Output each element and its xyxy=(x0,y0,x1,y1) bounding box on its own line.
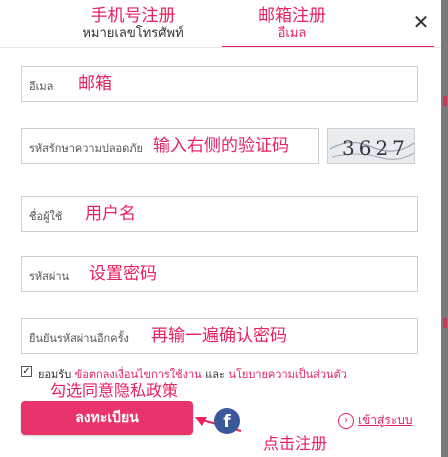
captcha-graphic: 3627 xyxy=(329,136,414,160)
agree-joiner: และ xyxy=(205,368,225,381)
background-edge-mark xyxy=(443,96,447,106)
username-field[interactable]: ชื่อผู้ใช้ 用户名 xyxy=(21,196,418,232)
password-placeholder: รหัสผ่าน xyxy=(29,270,70,283)
email-placeholder: อีเมล xyxy=(29,80,54,93)
privacy-link[interactable]: นโยบายความเป็นส่วนตัว xyxy=(228,368,346,381)
tab-email-label: อีเมล xyxy=(277,26,307,41)
login-link[interactable]: › เข้าสู่ระบบ xyxy=(338,411,413,430)
tab-email-register[interactable]: 邮箱注册 อีเมล xyxy=(222,6,362,42)
agree-annotation: 勾选同意隐私政策 xyxy=(50,381,179,400)
register-button[interactable]: ลงทะเบียน xyxy=(21,401,193,435)
confirm-password-field[interactable]: ยืนยันรหัสผ่านอีกครั้ง 再输一遍确认密码 xyxy=(21,318,418,354)
facebook-icon[interactable]: f xyxy=(214,408,240,434)
tab-phone-label: หมายเลขโทรศัพท์ xyxy=(82,26,184,41)
captcha-code: 3627 xyxy=(342,136,409,160)
email-annotation: 邮箱 xyxy=(78,74,112,94)
register-annotation: 点击注册 xyxy=(263,434,328,453)
tab-phone-register[interactable]: 手机号注册 หมายเลขโทรศัพท์ xyxy=(66,6,200,42)
captcha-placeholder: รหัสรักษาความปลอดภัย xyxy=(29,142,144,155)
tab-divider xyxy=(0,47,441,48)
captcha-annotation: 输入右侧的验证码 xyxy=(153,136,289,156)
confirm-password-annotation: 再输一遍确认密码 xyxy=(151,326,287,346)
username-annotation: 用户名 xyxy=(85,204,136,224)
chevron-right-icon: › xyxy=(338,412,354,429)
confirm-password-placeholder: ยืนยันรหัสผ่านอีกครั้ง xyxy=(29,332,129,345)
background-edge-mark xyxy=(443,318,447,328)
close-icon[interactable]: ✕ xyxy=(410,11,432,33)
tab-phone-annotation: 手机号注册 xyxy=(90,6,176,26)
background-edge xyxy=(441,0,448,457)
register-dialog: 手机号注册 หมายเลขโทรศัพท์ 邮箱注册 อีเมล ✕ อีเมล… xyxy=(0,0,442,457)
captcha-image[interactable]: 3627 xyxy=(327,128,415,164)
username-placeholder: ชื่อผู้ใช้ xyxy=(29,210,63,223)
agree-checkbox[interactable]: ✓ xyxy=(21,366,32,377)
email-field[interactable]: อีเมล 邮箱 xyxy=(21,66,418,102)
captcha-field[interactable]: รหัสรักษาความปลอดภัย 输入右侧的验证码 xyxy=(21,128,319,164)
tab-email-annotation: 邮箱注册 xyxy=(258,6,326,26)
password-annotation: 设置密码 xyxy=(89,264,157,284)
password-field[interactable]: รหัสผ่าน 设置密码 xyxy=(21,256,418,292)
login-link-label: เข้าสู่ระบบ xyxy=(358,413,413,427)
